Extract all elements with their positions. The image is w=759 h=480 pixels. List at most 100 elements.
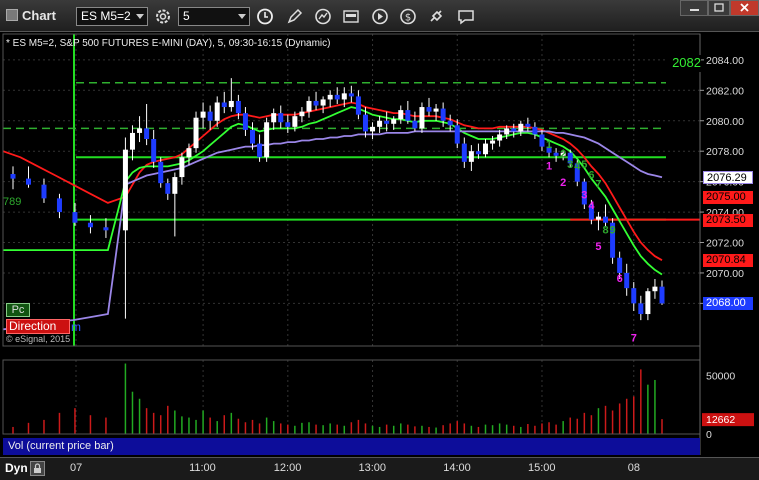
candle-body xyxy=(165,183,171,194)
volume-last-value: 12662 xyxy=(706,414,735,426)
candle-body xyxy=(652,286,658,292)
candle-body xyxy=(532,126,538,135)
candle-body xyxy=(645,291,651,315)
volume-panel-title: Vol (current price bar) xyxy=(3,438,700,455)
play-button[interactable] xyxy=(370,7,390,26)
gauge-button[interactable] xyxy=(313,7,333,26)
pc-study-tag[interactable]: Pc xyxy=(6,303,30,317)
chart-area[interactable]: 1234567891234567 2084.00 2082.00 2080.00 20… xyxy=(0,32,759,457)
dollar-button[interactable]: $ xyxy=(398,7,418,26)
candle-body xyxy=(242,113,248,130)
price-chart[interactable]: 123 4 5678 91234567 2084.002082.002080.0020… xyxy=(0,32,759,457)
candle-body xyxy=(334,94,340,100)
message-button[interactable] xyxy=(456,7,476,26)
interval-input[interactable]: 5 xyxy=(178,7,250,26)
link-icon xyxy=(430,10,443,22)
x-tick-label: 15:00 xyxy=(527,462,556,474)
price-tag: 2073.50 xyxy=(703,213,753,227)
price-tag: 2070.84 xyxy=(703,254,753,268)
y-tick-label: 2082.00 xyxy=(706,85,744,97)
candle-body xyxy=(398,110,404,120)
candle-body xyxy=(539,134,545,147)
candle-body xyxy=(617,257,623,273)
candle-body xyxy=(214,102,220,121)
candle-body xyxy=(504,128,510,135)
candle-body xyxy=(497,134,503,141)
moving-averages xyxy=(2,101,663,331)
candle-body xyxy=(137,128,143,133)
candle-body xyxy=(228,100,234,108)
candles xyxy=(10,78,665,321)
price-tag: 2068.00 xyxy=(703,297,753,311)
candle-body xyxy=(200,111,206,118)
direction-tag-tail: m xyxy=(71,320,81,334)
symbol-input[interactable]: ES M5=2 xyxy=(76,7,148,26)
candle-body xyxy=(327,94,333,100)
candle-body xyxy=(362,114,368,132)
x-tick-label: 08 xyxy=(627,462,640,474)
data-window-button[interactable] xyxy=(341,7,361,26)
candle-body xyxy=(103,227,109,231)
candle-body xyxy=(144,128,150,140)
candle-body xyxy=(87,222,93,228)
candle-body xyxy=(426,107,432,112)
candle-body xyxy=(193,117,199,149)
count-annotations: 123 4 5678 91234567 xyxy=(546,139,637,344)
candle-body xyxy=(518,123,524,132)
candle-body xyxy=(72,212,78,223)
x-tick-label: 11:00 xyxy=(189,462,216,474)
chevron-down-icon[interactable] xyxy=(238,14,246,19)
candle-body xyxy=(299,111,305,117)
candle-body xyxy=(482,143,488,155)
candle-body xyxy=(207,111,213,121)
chevron-down-icon[interactable] xyxy=(136,14,144,19)
count-label: 2 xyxy=(560,177,566,189)
link-button[interactable] xyxy=(426,7,446,26)
dyn-label: Dyn xyxy=(5,461,28,475)
draw-pencil-button[interactable] xyxy=(285,7,305,26)
count-label: 7 xyxy=(595,179,601,191)
maximize-icon xyxy=(714,3,724,12)
candle-body xyxy=(419,107,425,129)
minimize-button[interactable] xyxy=(680,0,708,16)
candle-body xyxy=(433,108,439,112)
count-label: 8 xyxy=(602,224,608,236)
clock-icon xyxy=(257,8,273,25)
candle-body xyxy=(285,122,291,127)
count-label: 7 xyxy=(631,332,637,344)
candle-body xyxy=(186,148,192,158)
x-tick-label: 12:00 xyxy=(273,462,302,474)
volume-bars xyxy=(12,363,663,434)
interval-value: 5 xyxy=(183,9,190,23)
candle-body xyxy=(475,151,481,155)
candle-body xyxy=(320,99,326,106)
clock-button[interactable] xyxy=(255,7,275,26)
candle-body xyxy=(158,161,164,184)
chart-window-icon xyxy=(6,9,18,21)
candle-body xyxy=(525,123,531,127)
y-tick-label: 2078.00 xyxy=(706,146,744,158)
speech-bubble-icon xyxy=(458,10,474,25)
candle-body xyxy=(377,120,383,127)
candle-body xyxy=(271,113,277,123)
price-tag: 2076.29 xyxy=(703,171,753,185)
candle-body xyxy=(341,93,347,100)
candle-body xyxy=(468,151,474,162)
maximize-button[interactable] xyxy=(708,0,730,16)
scale-lock-button[interactable] xyxy=(30,461,45,476)
candle-body xyxy=(454,125,460,144)
candle-body xyxy=(370,126,376,132)
y-tick-label: 2084.00 xyxy=(706,55,744,67)
gauge-icon xyxy=(315,8,331,25)
count-label: 3 xyxy=(567,159,573,171)
candle-body xyxy=(257,143,263,158)
candle-body xyxy=(355,96,361,115)
direction-study-tag[interactable]: Direction xyxy=(6,319,70,334)
candle-body xyxy=(659,286,665,304)
settings-gear-button[interactable] xyxy=(153,7,173,26)
chart-header-study-line: * ES M5=2, S&P 500 FUTURES E-MINI (DAY),… xyxy=(6,38,331,49)
time-axis-bar[interactable]: Dyn 07 11:00 12:00 13:00 14:00 15:00 08 xyxy=(0,457,759,480)
candle-body xyxy=(172,177,178,194)
candle-body xyxy=(384,120,390,124)
close-button[interactable] xyxy=(730,0,759,16)
